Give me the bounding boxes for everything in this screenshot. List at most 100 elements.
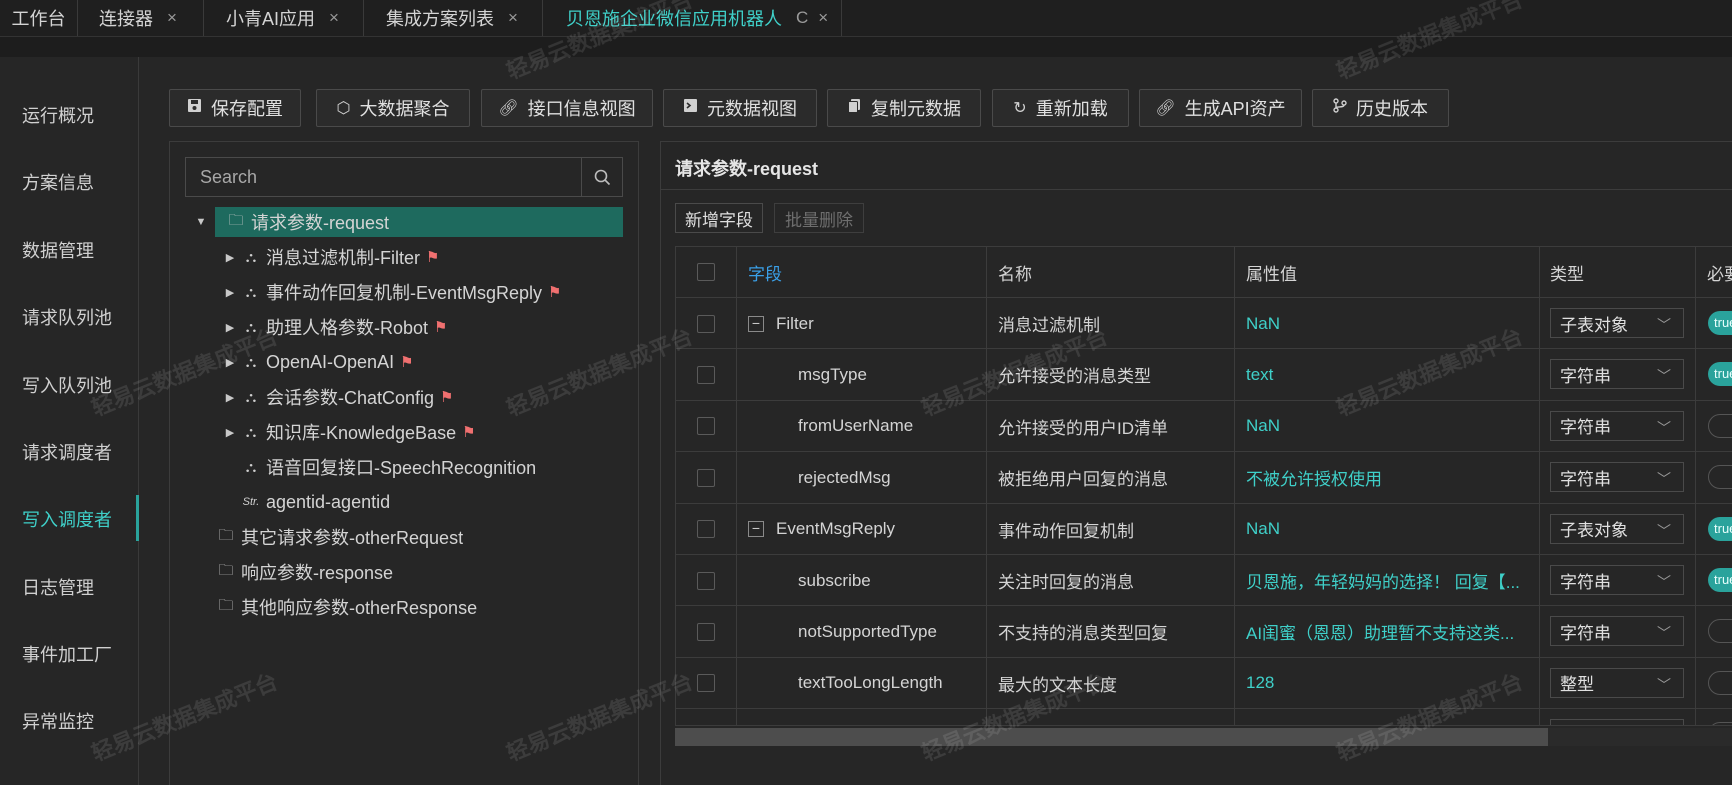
- batch-delete-button[interactable]: 批量删除: [774, 203, 864, 233]
- value-cell[interactable]: NaN: [1235, 503, 1540, 555]
- type-select[interactable]: 字符串﹀: [1550, 410, 1684, 441]
- type-select[interactable]: 字符串﹀: [1550, 565, 1684, 595]
- caret-right-icon[interactable]: ▶: [220, 251, 240, 264]
- table-row[interactable]: rejectedMsg 被拒绝用户回复的消息 不被允许授权使用 字符串 ﹀: [676, 451, 1732, 504]
- close-icon[interactable]: ×: [167, 8, 177, 28]
- table-row[interactable]: textTooLongLength 最大的文本长度 128 整型 ﹀: [676, 656, 1732, 709]
- required-switch[interactable]: true: [1708, 311, 1732, 335]
- type-select[interactable]: 字符串﹀: [1550, 616, 1684, 647]
- value-cell[interactable]: 不被允许授权使用: [1235, 452, 1540, 504]
- type-select[interactable]: 子表对象 ﹀: [1550, 513, 1684, 544]
- table-row[interactable]: −EventMsgReply 事件动作回复机制 NaN 子表对象 ﹀ true: [676, 502, 1732, 555]
- close-icon[interactable]: ×: [508, 8, 518, 28]
- tree-node-chatconfig[interactable]: ▶ ⛬ 会话参数-ChatConfig ⚑: [220, 382, 454, 412]
- type-select[interactable]: 字符串﹀: [1550, 359, 1684, 390]
- required-switch[interactable]: [1708, 670, 1732, 695]
- sidebar-item-overview[interactable]: 运行概况: [22, 102, 94, 128]
- tree-node-robot[interactable]: ▶ ⛬ 助理人格参数-Robot ⚑: [220, 312, 448, 342]
- required-switch[interactable]: [1708, 465, 1732, 490]
- required-switch[interactable]: [1708, 722, 1732, 725]
- type-select[interactable]: 字符串﹀: [1550, 719, 1684, 725]
- sidebar-item-write-queue[interactable]: 写入队列池: [22, 372, 112, 398]
- required-switch[interactable]: true: [1708, 516, 1732, 541]
- row-checkbox[interactable]: [697, 468, 715, 487]
- caret-right-icon[interactable]: ▶: [220, 321, 240, 334]
- reload-button[interactable]: ↻ 重新加载: [992, 89, 1129, 127]
- tree-node-openai[interactable]: ▶ ⛬ OpenAI-OpenAI ⚑: [220, 347, 414, 377]
- caret-right-icon[interactable]: ▶: [220, 356, 240, 369]
- add-field-button[interactable]: 新增字段: [675, 203, 763, 233]
- table-row[interactable]: −Filter 消息过滤机制 NaN 子表对象 ﹀ true: [676, 297, 1732, 349]
- value-cell[interactable]: NaN: [1235, 400, 1540, 452]
- table-row[interactable]: notSupportedType 不支持的消息类型回复 AI闺蜜（恩恩）助理暂不支持…: [676, 605, 1732, 658]
- sidebar-item-data-management[interactable]: 数据管理: [22, 237, 94, 263]
- scrollbar-thumb[interactable]: [675, 728, 1548, 746]
- sidebar-item-request-scheduler[interactable]: 请求调度者: [22, 439, 112, 465]
- tree-node-otherrequest[interactable]: 🗀︎ 其它请求参数-otherRequest: [215, 522, 463, 552]
- required-switch[interactable]: [1708, 619, 1732, 644]
- caret-right-icon[interactable]: ▶: [220, 286, 240, 299]
- tree-node-otherresponse[interactable]: 🗀︎ 其他响应参数-otherResponse: [215, 592, 477, 622]
- generate-api-asset-button[interactable]: 🔗︎ 生成API资产: [1139, 89, 1302, 127]
- tab-xiaoqing-ai[interactable]: 小青AI应用 ×: [205, 0, 364, 36]
- table-row[interactable]: subscribe 关注时回复的消息 贝恩施，年轻妈妈的选择！ 回复【... 字符串 ﹀…: [676, 554, 1732, 606]
- close-icon[interactable]: ×: [818, 8, 828, 28]
- row-checkbox[interactable]: [697, 417, 715, 436]
- value-cell[interactable]: NaN: [1235, 298, 1540, 349]
- tree-node-speechrecognition[interactable]: ⛬ 语音回复接口-SpeechRecognition: [240, 452, 536, 482]
- caret-right-icon[interactable]: ▶: [220, 391, 240, 404]
- tab-wechat-robot[interactable]: 贝恩施企业微信应用机器人 C ×: [544, 0, 842, 36]
- save-config-button[interactable]: 保存配置: [169, 89, 301, 127]
- sidebar-item-exception-monitor[interactable]: 异常监控: [22, 708, 94, 734]
- horizontal-scrollbar[interactable]: [675, 728, 1732, 746]
- row-checkbox[interactable]: [697, 314, 715, 333]
- header-field[interactable]: 字段: [737, 247, 987, 297]
- sidebar-item-solution-info[interactable]: 方案信息: [22, 169, 94, 195]
- type-select[interactable]: 字符串﹀: [1550, 462, 1684, 493]
- big-data-aggregate-button[interactable]: ⬡ 大数据聚合: [316, 89, 470, 127]
- type-select[interactable]: 子表对象 ﹀: [1550, 308, 1684, 338]
- collapse-icon[interactable]: −: [748, 521, 764, 538]
- caret-down-icon[interactable]: ▼: [191, 216, 211, 228]
- table-row[interactable]: textTooLongMsg 文本太长回复的消息 AI闺蜜（恩恩）只会... 字符串﹀: [676, 708, 1732, 725]
- history-version-button[interactable]: 历史版本: [1312, 89, 1449, 127]
- search-input[interactable]: Search: [200, 167, 257, 188]
- tab-connectors[interactable]: 连接器 ×: [78, 0, 204, 36]
- tree-node-eventmsgreply[interactable]: ▶ ⛬ 事件动作回复机制-EventMsgReply ⚑: [220, 277, 562, 307]
- select-all-checkbox[interactable]: [697, 263, 715, 281]
- sidebar-item-event-factory[interactable]: 事件加工厂: [22, 641, 112, 667]
- row-checkbox[interactable]: [697, 571, 715, 590]
- tree-node-knowledgebase[interactable]: ▶ ⛬ 知识库-KnowledgeBase ⚑: [220, 417, 476, 447]
- type-select[interactable]: 整型 ﹀: [1550, 667, 1684, 698]
- table-row[interactable]: fromUserName 允许接受的用户ID清单 NaN 字符串 ﹀: [676, 399, 1732, 452]
- row-checkbox[interactable]: [697, 674, 715, 693]
- value-cell[interactable]: AI闺蜜（恩恩）只会...: [1235, 709, 1540, 725]
- required-switch[interactable]: true: [1708, 568, 1732, 592]
- tree-search[interactable]: Search: [185, 157, 623, 197]
- search-icon[interactable]: [581, 158, 622, 196]
- collapse-icon[interactable]: −: [748, 315, 764, 332]
- value-cell[interactable]: 128: [1235, 657, 1540, 709]
- row-checkbox[interactable]: [697, 365, 715, 384]
- value-cell[interactable]: text: [1235, 349, 1540, 401]
- value-cell[interactable]: AI闺蜜（恩恩）助理暂不支持这类...: [1235, 606, 1540, 658]
- close-icon[interactable]: ×: [329, 8, 339, 28]
- tab-solution-list[interactable]: 集成方案列表 ×: [365, 0, 543, 36]
- value-cell[interactable]: 贝恩施，年轻妈妈的选择！ 回复【...: [1235, 555, 1540, 606]
- tree-node-request[interactable]: ▼ 🗀︎ 请求参数-request: [196, 207, 623, 237]
- tree-node-agentid[interactable]: Str. agentid-agentid: [240, 487, 390, 517]
- caret-right-icon[interactable]: ▶: [220, 426, 240, 439]
- metadata-view-button[interactable]: 元数据视图: [663, 89, 817, 127]
- interface-info-view-button[interactable]: 🔗︎ 接口信息视图: [481, 89, 653, 127]
- copy-metadata-button[interactable]: 复制元数据: [827, 89, 981, 127]
- tree-node-response[interactable]: 🗀︎ 响应参数-response: [215, 557, 393, 587]
- sidebar-item-write-scheduler[interactable]: 写入调度者: [22, 506, 112, 532]
- table-row[interactable]: msgType 允许接受的消息类型 text 字符串 ﹀ true: [676, 348, 1732, 401]
- sidebar-item-request-queue[interactable]: 请求队列池: [22, 304, 112, 330]
- tab-workbench[interactable]: 工作台: [0, 0, 78, 36]
- reload-icon[interactable]: C: [796, 8, 808, 28]
- row-checkbox[interactable]: [697, 622, 715, 641]
- row-checkbox[interactable]: [697, 520, 715, 539]
- required-switch[interactable]: true: [1708, 362, 1732, 387]
- required-switch[interactable]: [1708, 413, 1732, 438]
